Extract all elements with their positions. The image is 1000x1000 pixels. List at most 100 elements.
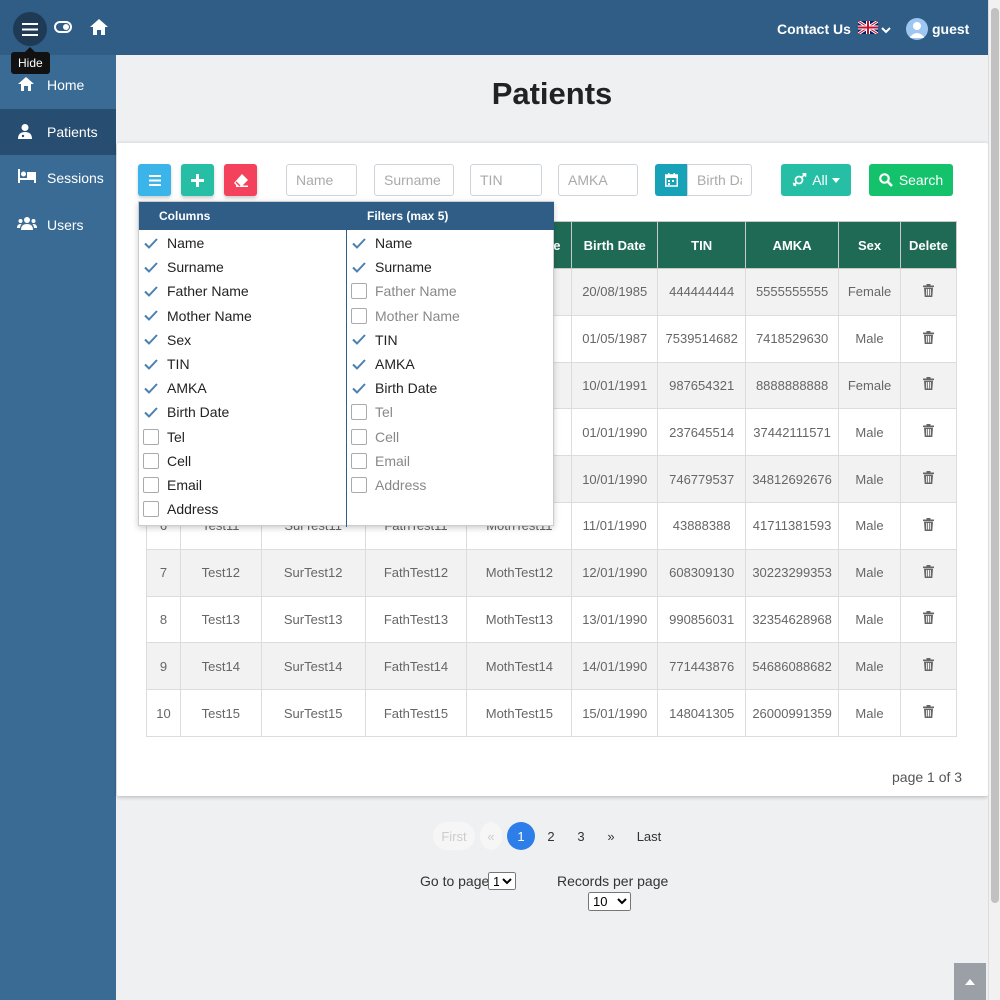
checkmark-icon[interactable] — [143, 404, 159, 420]
checkbox-icon[interactable] — [143, 501, 159, 518]
user-avatar-icon[interactable] — [906, 18, 928, 40]
column-option[interactable]: Address — [143, 498, 218, 520]
pagination-page-2[interactable]: 2 — [540, 822, 562, 850]
filter-option[interactable]: Father Name — [351, 280, 457, 302]
pagination-page-3[interactable]: 3 — [570, 822, 592, 850]
table-row[interactable]: 7 Test12 SurTest12 FathTest12 MothTest12 12/0… — [146, 548, 958, 597]
contact-us-link[interactable]: Contact Us — [777, 21, 851, 37]
checkmark-icon[interactable] — [143, 332, 159, 348]
pagination-prev[interactable]: « — [480, 822, 502, 850]
delete-cell[interactable] — [899, 595, 958, 644]
user-name[interactable]: guest — [932, 21, 969, 37]
delete-cell[interactable] — [899, 268, 958, 316]
column-header[interactable]: Delete — [899, 221, 958, 269]
filter-option[interactable]: Cell — [351, 426, 399, 448]
home-icon[interactable] — [89, 18, 109, 41]
trash-icon[interactable] — [922, 471, 934, 485]
birthdate-filter-input[interactable] — [687, 164, 752, 196]
checkmark-icon[interactable] — [143, 283, 159, 299]
surname-filter-input[interactable] — [374, 164, 454, 196]
filter-option[interactable]: Tel — [351, 401, 393, 423]
records-per-page-select[interactable]: 10 — [588, 892, 631, 911]
add-patient-button[interactable] — [181, 164, 214, 196]
chevron-down-icon[interactable] — [881, 22, 891, 40]
pagination-next[interactable]: » — [600, 822, 622, 850]
clear-filters-button[interactable] — [224, 164, 257, 196]
column-option[interactable]: Birth Date — [143, 401, 229, 423]
table-row[interactable]: 9 Test14 SurTest14 FathTest14 MothTest14 14/0… — [146, 642, 958, 691]
scrollbar-thumb[interactable] — [991, 8, 999, 903]
delete-cell[interactable] — [899, 314, 958, 363]
column-option[interactable]: TIN — [143, 353, 190, 375]
column-option[interactable]: Tel — [143, 426, 185, 448]
column-option[interactable]: Email — [143, 474, 202, 496]
trash-icon[interactable] — [922, 564, 934, 578]
checkbox-icon[interactable] — [351, 307, 367, 324]
hamburger-menu-button[interactable] — [13, 12, 47, 46]
calendar-icon[interactable] — [655, 164, 687, 196]
checkmark-icon[interactable] — [351, 235, 367, 251]
sidebar-item-patients[interactable]: Patients — [0, 109, 116, 155]
filter-option[interactable]: AMKA — [351, 353, 415, 375]
column-option[interactable]: Cell — [143, 450, 191, 472]
checkbox-icon[interactable] — [351, 283, 367, 300]
back-to-top-button[interactable] — [954, 963, 986, 1000]
table-row[interactable]: 8 Test13 SurTest13 FathTest13 MothTest13 13/0… — [146, 595, 958, 644]
delete-cell[interactable] — [899, 455, 958, 503]
goto-page-select[interactable]: 1 — [488, 872, 516, 890]
checkbox-icon[interactable] — [351, 477, 367, 493]
filter-option[interactable]: Address — [351, 474, 426, 496]
trash-icon[interactable] — [922, 330, 934, 344]
tin-filter-input[interactable] — [470, 164, 542, 196]
trash-icon[interactable] — [922, 705, 934, 719]
column-option[interactable]: AMKA — [143, 377, 207, 399]
trash-icon[interactable] — [922, 377, 934, 391]
checkbox-icon[interactable] — [143, 477, 159, 493]
trash-icon[interactable] — [922, 283, 934, 297]
sidebar-item-users[interactable]: Users — [0, 202, 116, 248]
filter-option[interactable]: Surname — [351, 256, 432, 278]
column-header[interactable]: Sex — [838, 221, 901, 269]
amka-filter-input[interactable] — [558, 164, 638, 196]
column-option[interactable]: Mother Name — [143, 305, 252, 327]
delete-cell[interactable] — [899, 408, 958, 457]
filter-option[interactable]: TIN — [351, 329, 398, 351]
checkmark-icon[interactable] — [143, 380, 159, 396]
filter-option[interactable]: Name — [351, 232, 412, 254]
checkbox-icon[interactable] — [351, 452, 367, 469]
checkmark-icon[interactable] — [143, 308, 159, 324]
column-option[interactable]: Father Name — [143, 280, 249, 302]
column-option[interactable]: Sex — [143, 329, 191, 351]
pagination-first[interactable]: First — [433, 822, 475, 850]
checkmark-icon[interactable] — [143, 235, 159, 251]
column-option[interactable]: Name — [143, 232, 204, 254]
checkmark-icon[interactable] — [351, 259, 367, 275]
page-scrollbar[interactable] — [988, 0, 1000, 1000]
checkbox-icon[interactable] — [143, 428, 159, 445]
filter-option[interactable]: Mother Name — [351, 305, 460, 327]
filter-option[interactable]: Email — [351, 450, 410, 472]
name-filter-input[interactable] — [286, 164, 357, 196]
checkmark-icon[interactable] — [143, 259, 159, 275]
filter-option[interactable]: Birth Date — [351, 377, 437, 399]
column-header[interactable]: TIN — [657, 221, 747, 269]
theme-toggle-icon[interactable] — [54, 20, 72, 38]
pagination-page-1[interactable]: 1 — [507, 822, 535, 850]
checkbox-icon[interactable] — [351, 428, 367, 445]
delete-cell[interactable] — [899, 548, 958, 597]
trash-icon[interactable] — [922, 658, 934, 672]
columns-menu-button[interactable] — [138, 164, 171, 196]
uk-flag-icon[interactable] — [857, 19, 879, 36]
column-header[interactable]: Birth Date — [571, 221, 659, 269]
trash-icon[interactable] — [922, 424, 934, 438]
checkbox-icon[interactable] — [351, 404, 367, 421]
delete-cell[interactable] — [899, 689, 958, 737]
checkmark-icon[interactable] — [143, 356, 159, 372]
trash-icon[interactable] — [922, 517, 934, 531]
sidebar-item-sessions[interactable]: Sessions — [0, 155, 116, 201]
delete-cell[interactable] — [899, 501, 958, 550]
checkbox-icon[interactable] — [143, 452, 159, 469]
column-option[interactable]: Surname — [143, 256, 224, 278]
pagination-last[interactable]: Last — [632, 822, 666, 850]
sex-filter-dropdown[interactable]: All — [781, 164, 851, 196]
